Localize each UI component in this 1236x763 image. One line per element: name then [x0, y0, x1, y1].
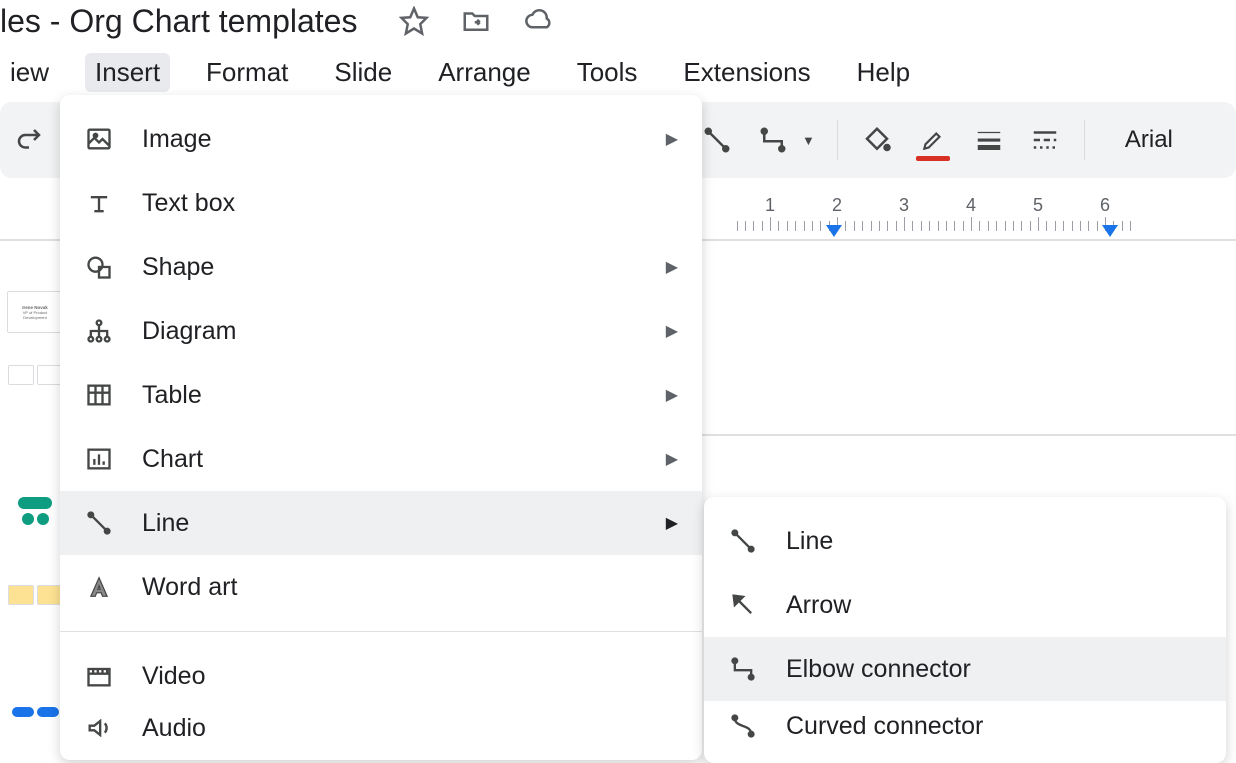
textbox-icon	[84, 188, 114, 218]
document-title[interactable]: les - Org Chart templates	[0, 3, 383, 40]
insert-shape-item[interactable]: Shape ▶	[60, 235, 702, 299]
star-icon[interactable]	[399, 6, 429, 36]
line-icon	[84, 508, 114, 538]
menuitem-label: Table	[142, 381, 202, 410]
insert-audio-item[interactable]: Audio	[60, 708, 702, 748]
insert-line-item[interactable]: Line ▶	[60, 491, 702, 555]
wordart-icon	[84, 572, 114, 602]
connector-dropdown-caret[interactable]: ▼	[802, 133, 815, 148]
menuitem-label: Diagram	[142, 317, 236, 346]
connector-tool-icon[interactable]	[756, 123, 790, 157]
line-line-item[interactable]: Line	[704, 509, 1226, 573]
line-elbow-item[interactable]: Elbow connector	[704, 637, 1226, 701]
menuitem-label: Chart	[142, 445, 203, 474]
menuitem-label: Line	[786, 527, 833, 556]
border-dash-icon[interactable]	[1028, 123, 1062, 157]
insert-image-item[interactable]: Image ▶	[60, 107, 702, 171]
image-icon	[84, 124, 114, 154]
move-folder-icon[interactable]	[461, 6, 491, 36]
insert-table-item[interactable]: Table ▶	[60, 363, 702, 427]
menuitem-label: Audio	[142, 714, 206, 743]
menuitem-label: Word art	[142, 573, 237, 602]
menu-extensions[interactable]: Extensions	[673, 53, 820, 92]
menu-tools[interactable]: Tools	[567, 53, 648, 92]
submenu-caret-icon: ▶	[666, 513, 678, 533]
insert-wordart-item[interactable]: Word art	[60, 555, 702, 619]
ruler-number: 3	[899, 195, 909, 216]
menu-bar: iew Insert Format Slide Arrange Tools Ex…	[0, 50, 1236, 94]
menuitem-label: Arrow	[786, 591, 851, 620]
menuitem-label: Image	[142, 125, 211, 154]
line-submenu: Line Arrow Elbow connector Curved connec…	[704, 497, 1226, 763]
border-color-icon[interactable]	[916, 123, 950, 157]
menuitem-label: Elbow connector	[786, 655, 971, 684]
line-icon	[728, 526, 758, 556]
elbow-connector-icon	[728, 654, 758, 684]
cloud-saved-icon[interactable]	[523, 6, 553, 36]
curved-connector-icon	[728, 711, 758, 741]
ruler-number: 2	[832, 195, 842, 216]
border-weight-icon[interactable]	[972, 123, 1006, 157]
submenu-caret-icon: ▶	[666, 385, 678, 405]
menu-format[interactable]: Format	[196, 53, 298, 92]
menuitem-label: Shape	[142, 253, 214, 282]
submenu-caret-icon: ▶	[666, 129, 678, 149]
menu-help[interactable]: Help	[847, 53, 920, 92]
insert-dropdown-menu: Image ▶ Text box Shape ▶ Diagram ▶ Table…	[60, 95, 702, 760]
submenu-caret-icon: ▶	[666, 257, 678, 277]
insert-chart-item[interactable]: Chart ▶	[60, 427, 702, 491]
submenu-caret-icon: ▶	[666, 321, 678, 341]
diagram-icon	[84, 316, 114, 346]
line-curved-item[interactable]: Curved connector	[704, 701, 1226, 751]
menu-insert[interactable]: Insert	[85, 53, 170, 92]
menuitem-label: Curved connector	[786, 712, 983, 741]
ruler-number: 6	[1100, 195, 1110, 216]
ruler-number: 4	[966, 195, 976, 216]
insert-video-item[interactable]: Video	[60, 644, 702, 708]
menuitem-label: Line	[142, 509, 189, 538]
insert-textbox-item[interactable]: Text box	[60, 171, 702, 235]
redo-icon[interactable]	[12, 123, 46, 157]
shape-icon	[84, 252, 114, 282]
line-arrow-item[interactable]: Arrow	[704, 573, 1226, 637]
arrow-icon	[728, 590, 758, 620]
chart-icon	[84, 444, 114, 474]
title-bar: les - Org Chart templates	[0, 0, 1236, 50]
ruler-number: 1	[765, 195, 775, 216]
video-icon	[84, 661, 114, 691]
ruler-number: 5	[1033, 195, 1043, 216]
submenu-caret-icon: ▶	[666, 449, 678, 469]
audio-icon	[84, 713, 114, 743]
fill-color-icon[interactable]	[860, 123, 894, 157]
menu-separator	[60, 631, 702, 632]
menu-arrange[interactable]: Arrange	[428, 53, 541, 92]
table-icon	[84, 380, 114, 410]
menu-slide[interactable]: Slide	[324, 53, 402, 92]
ruler-indent-marker[interactable]	[826, 225, 842, 237]
font-selector[interactable]: Arial	[1107, 126, 1173, 154]
ruler-indent-marker[interactable]	[1102, 225, 1118, 237]
menuitem-label: Text box	[142, 189, 235, 218]
menu-view[interactable]: iew	[0, 53, 59, 92]
menuitem-label: Video	[142, 662, 206, 691]
insert-diagram-item[interactable]: Diagram ▶	[60, 299, 702, 363]
line-tool-icon[interactable]	[700, 123, 734, 157]
